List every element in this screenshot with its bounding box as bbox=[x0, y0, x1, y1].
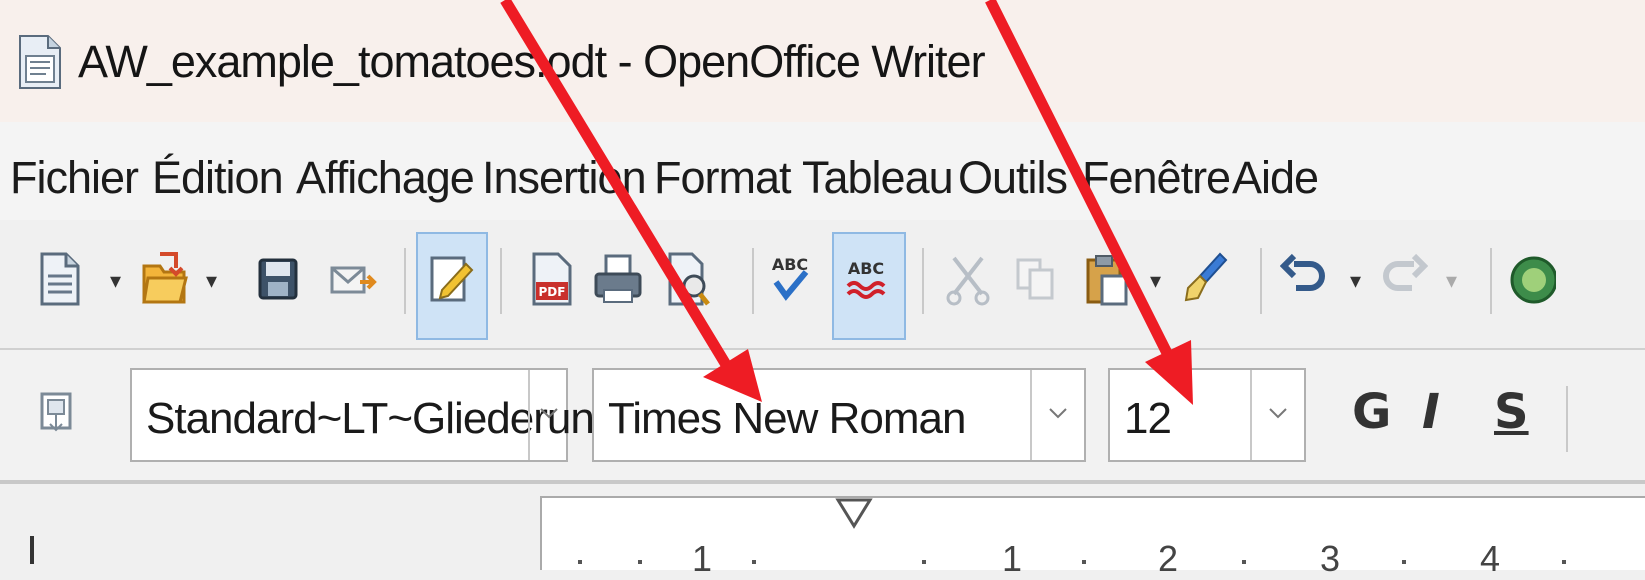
undo-icon[interactable] bbox=[1280, 250, 1328, 308]
font-name-combo[interactable]: Times New Roman bbox=[592, 368, 1086, 462]
toolbar-separator bbox=[1566, 386, 1568, 452]
font-name-dropdown[interactable] bbox=[1030, 370, 1084, 460]
menu-aide[interactable]: Aide bbox=[1232, 152, 1319, 204]
svg-text:ABC: ABC bbox=[772, 255, 808, 274]
ruler-number: 2 bbox=[1158, 538, 1179, 579]
redo-icon[interactable] bbox=[1380, 250, 1428, 308]
svg-text:ABC: ABC bbox=[848, 259, 884, 278]
paragraph-style-dropdown[interactable] bbox=[528, 370, 566, 460]
menu-affichage[interactable]: Affichage bbox=[296, 152, 475, 204]
ruler-number: 4 bbox=[1480, 538, 1501, 579]
menu-edition[interactable]: Édition bbox=[152, 152, 284, 204]
title-bar: AW_example_tomatoes.odt - OpenOffice Wri… bbox=[0, 0, 1645, 122]
menu-fichier[interactable]: Fichier bbox=[10, 152, 139, 204]
chevron-down-icon bbox=[1049, 408, 1067, 419]
menu-format[interactable]: Format bbox=[654, 152, 792, 204]
spellcheck-icon[interactable]: ABC bbox=[766, 250, 814, 308]
print-icon[interactable] bbox=[594, 250, 642, 308]
indent-marker-icon[interactable] bbox=[834, 498, 874, 530]
autospellcheck-icon[interactable]: ABC bbox=[842, 250, 890, 308]
window-title: AW_example_tomatoes.odt - OpenOffice Wri… bbox=[78, 36, 986, 87]
menu-tableau[interactable]: Tableau bbox=[802, 152, 954, 204]
toolbar-separator bbox=[1490, 248, 1492, 314]
toolbar-separator bbox=[404, 248, 406, 314]
styles-and-formatting-icon[interactable] bbox=[38, 390, 78, 436]
ruler-tick bbox=[1082, 560, 1086, 564]
ruler-number: 1 bbox=[1002, 538, 1023, 579]
paste-dropdown-icon[interactable]: ▾ bbox=[1150, 268, 1161, 294]
ruler-tick bbox=[1402, 560, 1406, 564]
new-dropdown-icon[interactable]: ▾ bbox=[110, 268, 121, 294]
tab-stop-selector[interactable] bbox=[30, 536, 34, 564]
copy-icon[interactable] bbox=[1012, 250, 1060, 308]
navigator-icon[interactable] bbox=[1508, 250, 1556, 308]
edit-mode-icon[interactable] bbox=[426, 250, 474, 308]
open-dropdown-icon[interactable]: ▾ bbox=[206, 268, 217, 294]
chevron-down-icon bbox=[1269, 408, 1287, 419]
open-icon[interactable] bbox=[140, 250, 188, 308]
export-pdf-icon[interactable]: PDF bbox=[528, 250, 576, 308]
format-paintbrush-icon[interactable] bbox=[1180, 250, 1228, 308]
ruler-tick bbox=[1242, 560, 1246, 564]
page-preview-icon[interactable] bbox=[664, 250, 712, 308]
undo-dropdown-icon[interactable]: ▾ bbox=[1350, 268, 1361, 294]
ruler-scale: 1 1 2 3 4 bbox=[540, 496, 1645, 579]
font-size-dropdown[interactable] bbox=[1250, 370, 1304, 460]
ruler-tick bbox=[1562, 560, 1566, 564]
writer-document-icon bbox=[19, 35, 61, 89]
toolbar-separator bbox=[500, 248, 502, 314]
paragraph-style-value: Standard~LT~Gliederun bbox=[146, 394, 595, 443]
italic-button[interactable]: I bbox=[1422, 384, 1440, 440]
ruler-tick bbox=[752, 560, 756, 564]
ruler-number: 1 bbox=[692, 538, 713, 579]
redo-dropdown-icon[interactable]: ▾ bbox=[1446, 268, 1457, 294]
horizontal-ruler[interactable]: 1 1 2 3 4 bbox=[0, 484, 1645, 579]
underline-button[interactable]: S bbox=[1494, 384, 1529, 440]
paste-icon[interactable] bbox=[1082, 250, 1130, 308]
chevron-down-icon bbox=[540, 408, 558, 419]
toolbar-separator bbox=[1260, 248, 1262, 314]
font-size-value: 12 bbox=[1124, 394, 1172, 443]
ruler-tick bbox=[922, 560, 926, 564]
font-size-combo[interactable]: 12 bbox=[1108, 368, 1306, 462]
cut-icon[interactable] bbox=[944, 250, 992, 308]
font-name-value: Times New Roman bbox=[608, 394, 966, 443]
bold-button[interactable]: G bbox=[1352, 384, 1391, 440]
toolbar-separator bbox=[922, 248, 924, 314]
ruler-number: 3 bbox=[1320, 538, 1341, 579]
menu-fenetre[interactable]: Fenêtre bbox=[1082, 152, 1231, 204]
standard-toolbar: ▾ ▾ PDF ABC ABC ▾ ▾ ▾ bbox=[0, 220, 1645, 350]
new-document-icon[interactable] bbox=[36, 250, 84, 308]
menu-bar: Fichier Édition Affichage Insertion Form… bbox=[0, 122, 1645, 220]
email-icon[interactable] bbox=[330, 250, 378, 308]
toolbar-separator bbox=[752, 248, 754, 314]
ruler-tick bbox=[578, 560, 582, 564]
svg-text:PDF: PDF bbox=[539, 285, 566, 299]
menu-outils[interactable]: Outils bbox=[958, 152, 1068, 204]
save-icon[interactable] bbox=[254, 250, 302, 308]
menu-insertion[interactable]: Insertion bbox=[482, 152, 647, 204]
formatting-toolbar: Standard~LT~Gliederun Times New Roman 12… bbox=[0, 350, 1645, 484]
ruler-tick bbox=[638, 560, 642, 564]
paragraph-style-combo[interactable]: Standard~LT~Gliederun bbox=[130, 368, 595, 462]
